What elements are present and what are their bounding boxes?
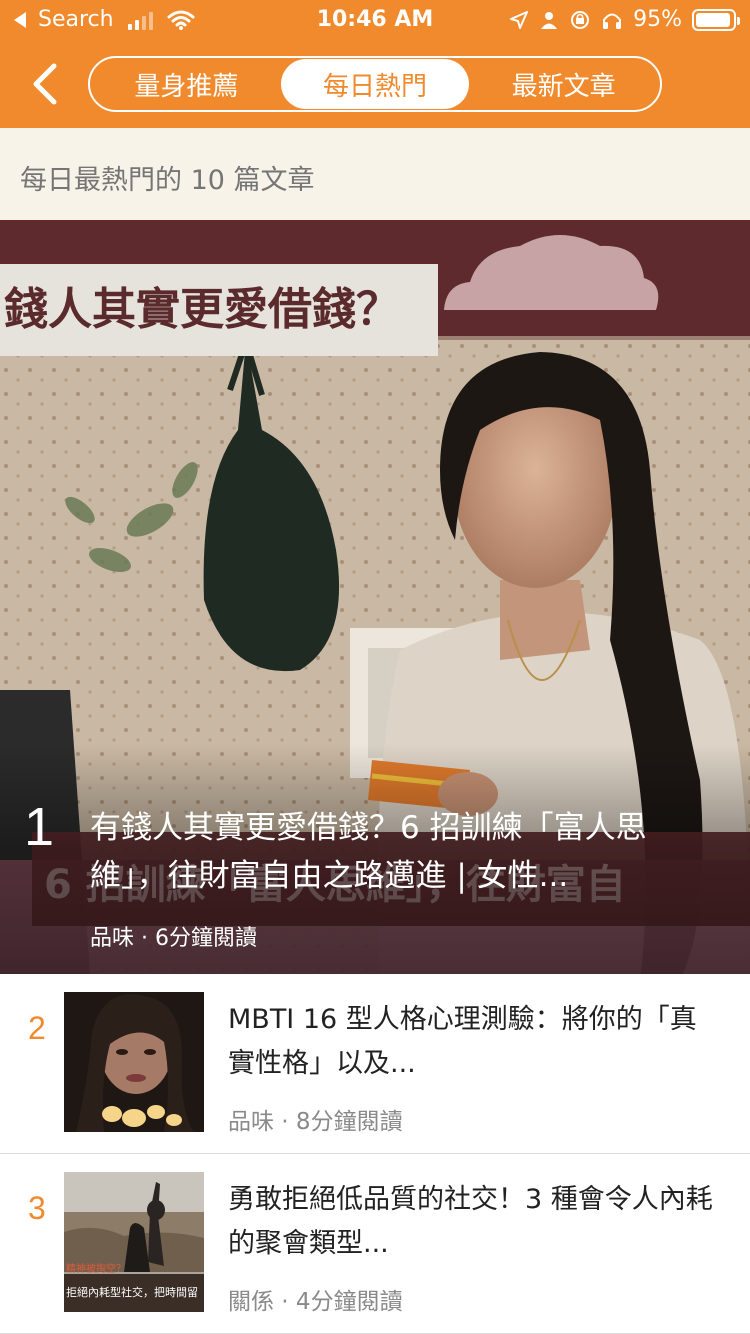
status-bar: Search 10:46 AM 95% (0, 0, 750, 40)
top-header: Search 10:46 AM 95% 量身推薦 每日熱門 最新文章 (0, 0, 750, 128)
location-arrow-icon (510, 10, 529, 29)
section-subtitle: 每日最熱門的 10 篇文章 (20, 165, 315, 196)
battery-percent: 95% (633, 7, 682, 32)
featured-rank: 1 (24, 797, 55, 857)
article-meta: 關係 · 4分鐘閱讀 (228, 1289, 403, 1315)
tab-latest[interactable]: 最新文章 (469, 59, 658, 109)
thumb-caption-1: 精神被掏空？ (66, 1262, 126, 1275)
article-meta: 品味 · 8分鐘閱讀 (228, 1109, 403, 1135)
person-icon (541, 11, 558, 29)
rotation-lock-icon (571, 10, 590, 29)
section-header: 每日最熱門的 10 篇文章 (0, 128, 750, 220)
article-title: 勇敢拒絕低品質的社交！3 種會令人內耗的聚會類型... (228, 1184, 713, 1259)
tab-personalized[interactable]: 量身推薦 (92, 59, 281, 109)
status-right-icons: 95% (509, 7, 740, 32)
featured-article[interactable]: 6 招訓練「富人思維」，往財富自 錢人其實更愛借錢？ 1 有錢人其實更愛借錢？6… (0, 220, 750, 974)
battery-icon (692, 8, 740, 31)
article-thumbnail: 精神被掏空？ 拒絕內耗型社交，把時間留 (64, 1172, 204, 1312)
list-item[interactable]: 3 精神被掏空？ 拒絕內耗型社交，把時間留 勇敢拒絕低品質的社交！3 種會令人內… (0, 1154, 750, 1334)
chevron-left-icon[interactable] (24, 60, 68, 108)
headphones-icon (603, 13, 622, 29)
featured-title: 有錢人其實更愛借錢？6 招訓練「富人思維」，往財富自由之路邁進 | 女性... (90, 810, 647, 894)
battery-fill (696, 12, 731, 27)
article-title: MBTI 16 型人格心理測驗：將你的「真實性格」以及... (228, 1004, 697, 1079)
thumb-caption-2: 拒絕內耗型社交，把時間留 (66, 1285, 198, 1299)
list-item[interactable]: 2 MBTI 16 型人格心理測驗：將你的「真實性格」以及... 品味 · 8分… (0, 974, 750, 1154)
tab-daily-popular[interactable]: 每日熱門 (280, 59, 470, 109)
article-rank: 3 (28, 1190, 46, 1226)
tab-switcher: 量身推薦 每日熱門 最新文章 (88, 56, 662, 112)
article-list: 2 MBTI 16 型人格心理測驗：將你的「真實性格」以及... 品味 · 8分… (0, 974, 750, 1334)
featured-meta: 品味 · 6分鐘閱讀 (90, 926, 257, 951)
featured-image-banner: 錢人其實更愛借錢？ (0, 264, 438, 356)
article-rank: 2 (28, 1010, 46, 1046)
article-thumbnail (64, 992, 204, 1132)
